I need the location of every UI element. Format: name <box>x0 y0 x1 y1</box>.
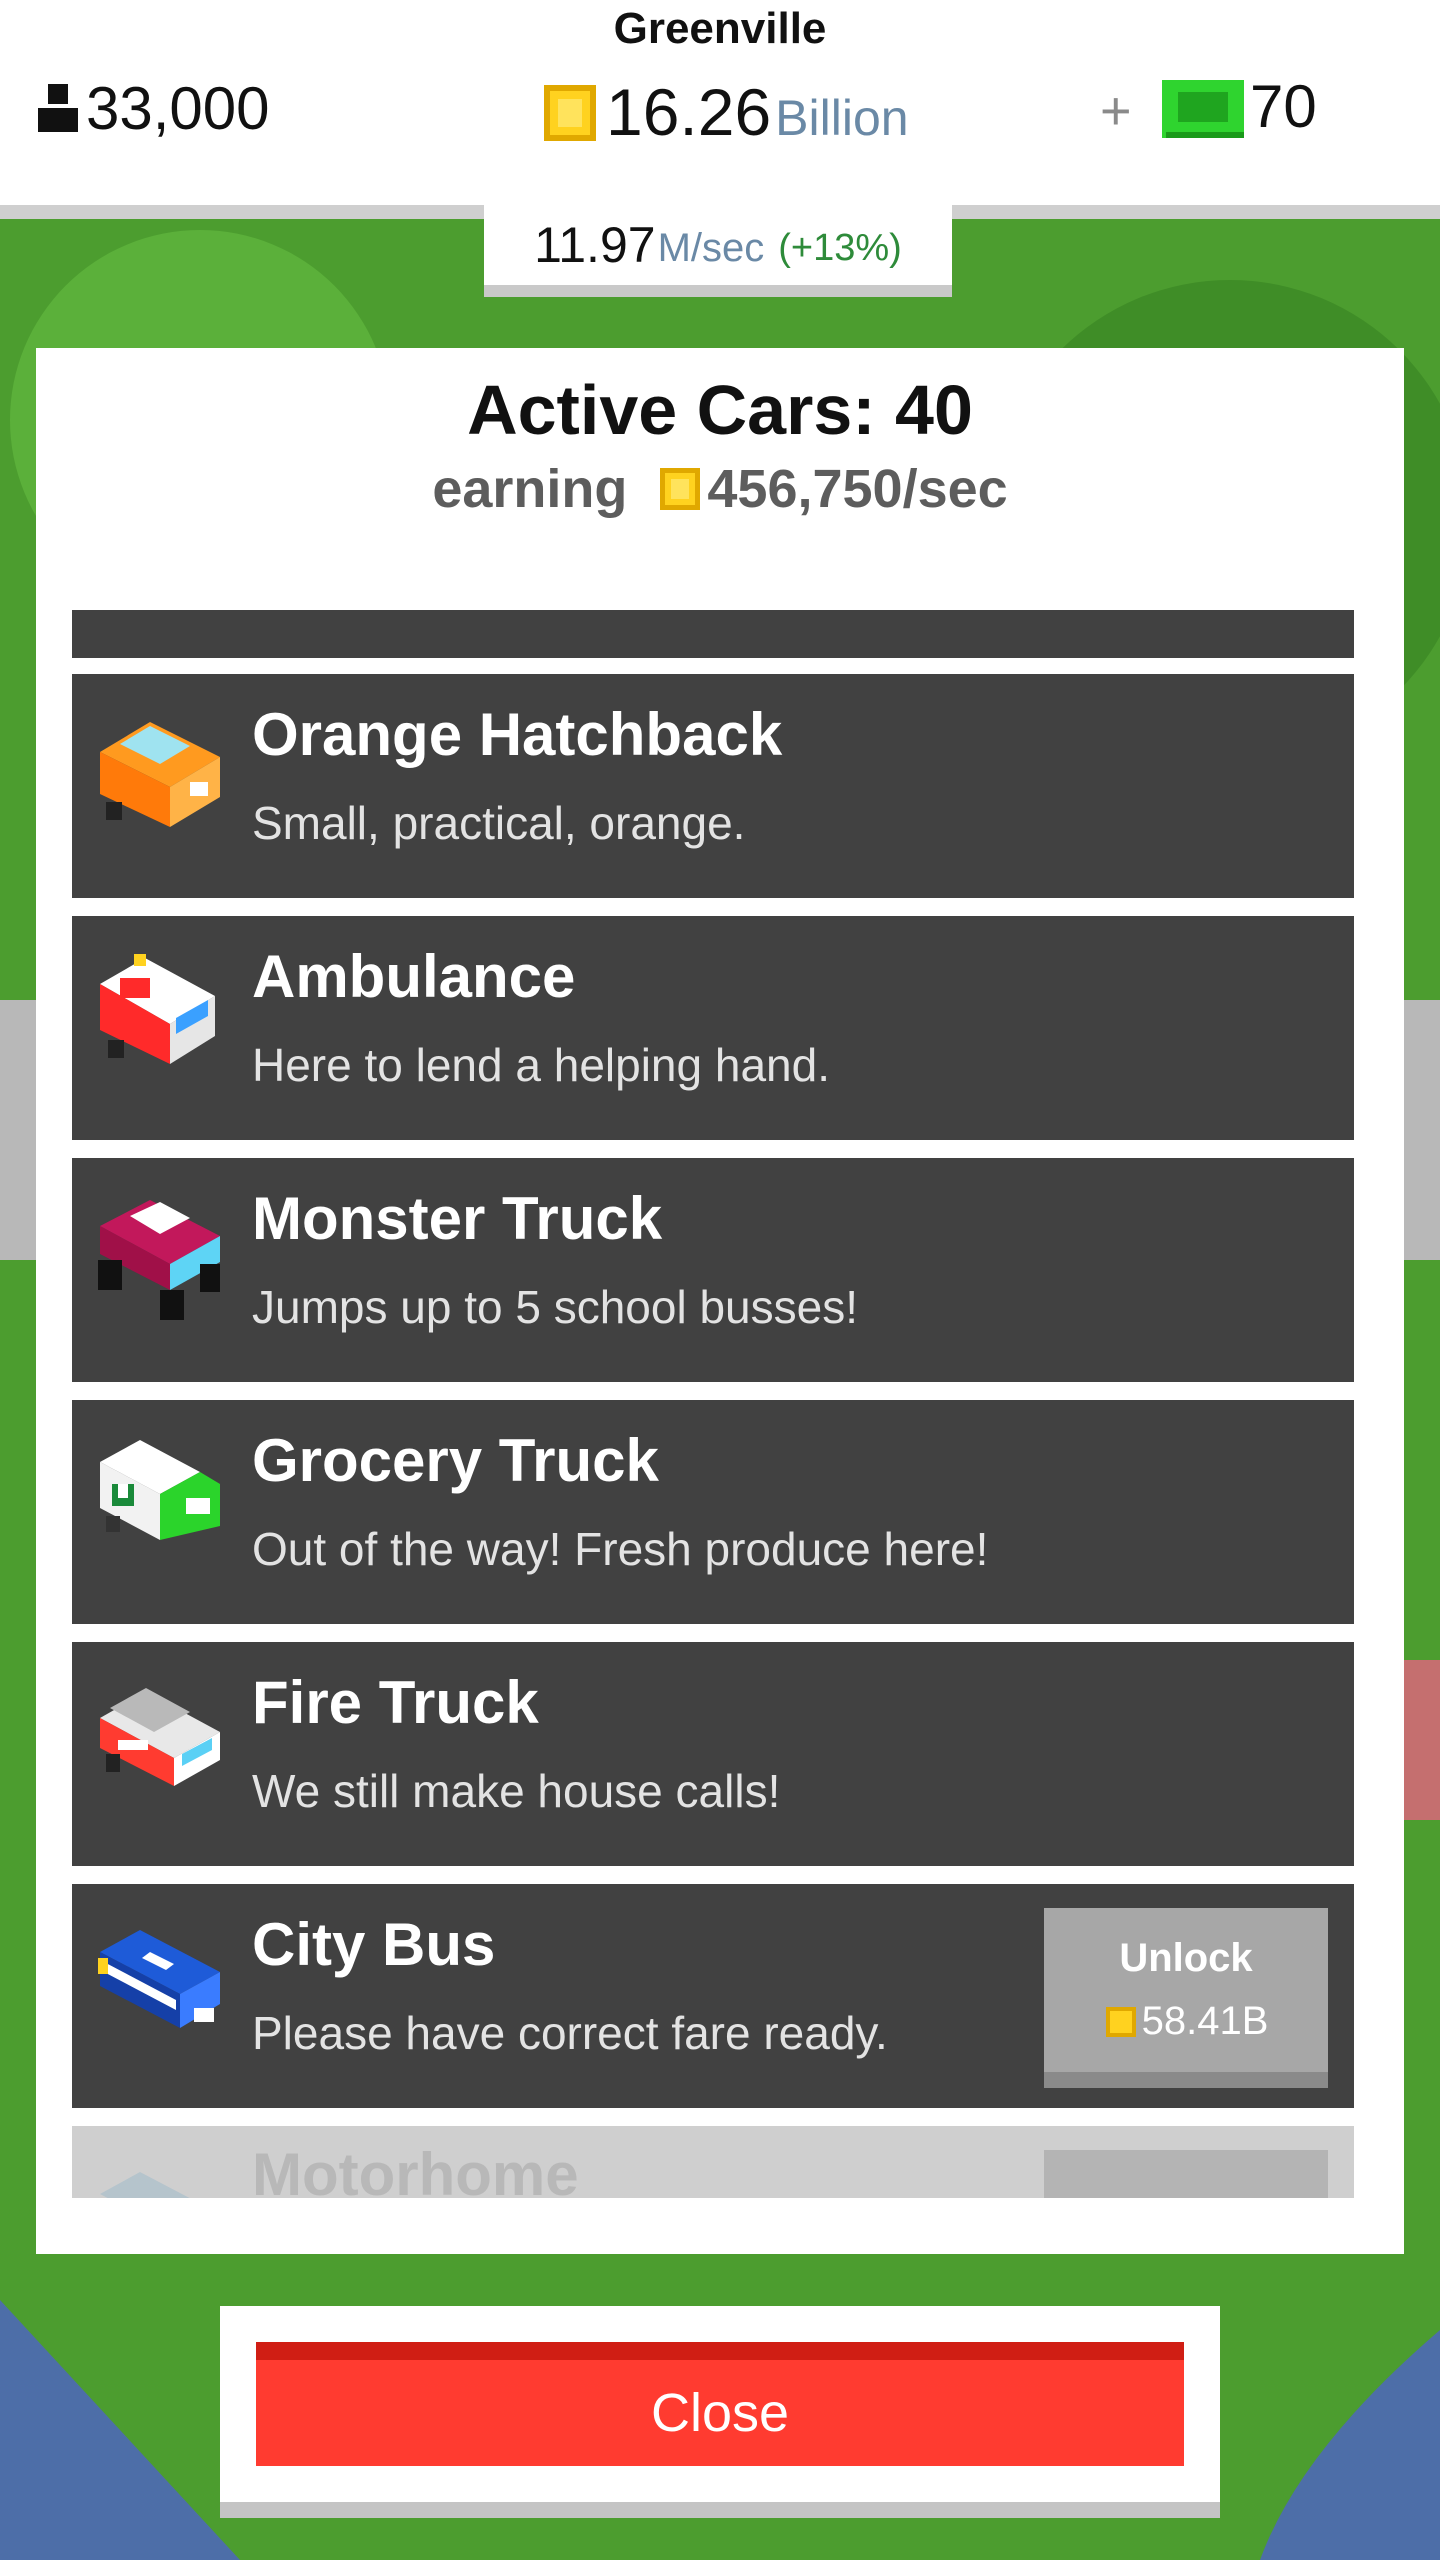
car-name: Fire Truck <box>252 1669 539 1736</box>
list-item[interactable]: City Bus Please have correct fare ready.… <box>72 1884 1354 2108</box>
income-rate-bonus: (+13%) <box>778 226 902 269</box>
coin-icon <box>544 85 596 141</box>
list-item[interactable]: Orange Hatchback Small, practical, orang… <box>72 674 1354 898</box>
buy-cash-plus-button[interactable]: + <box>1100 80 1132 142</box>
grocery-truck-icon <box>100 1440 220 1540</box>
coin-icon <box>1105 2006 1136 2037</box>
population-value: 33,000 <box>86 74 270 142</box>
earning-value: 456,750/sec <box>707 459 1008 519</box>
unlock-label: Unlock <box>1119 1936 1253 1980</box>
income-rate-value: 11.97 <box>534 217 656 273</box>
fire-truck-icon <box>100 1688 220 1786</box>
close-button-container: Close <box>220 2306 1220 2518</box>
motorhome-icon <box>100 2172 190 2198</box>
car-list[interactable]: Orange Hatchback Small, practical, orang… <box>72 610 1354 2198</box>
car-name: Grocery Truck <box>252 1427 659 1494</box>
list-item-partial[interactable] <box>72 610 1354 658</box>
money-counter: 16.26 Billion <box>540 72 909 152</box>
car-description: Jumps up to 5 school busses! <box>252 1281 858 1333</box>
car-description: Out of the way! Fresh produce here! <box>252 1523 989 1575</box>
money-value: 16.26 <box>606 75 772 149</box>
list-item[interactable]: Ambulance Here to lend a helping hand. <box>72 916 1354 1140</box>
unlock-button[interactable]: Unlock 58.41B <box>1044 1908 1328 2088</box>
cash-icon[interactable] <box>1162 80 1244 138</box>
unlock-cost: 58.41B <box>1044 1999 1328 2044</box>
city-bus-icon <box>98 1930 220 2028</box>
top-status-bar: Greenville 33,000 16.26 Billion + 70 <box>0 0 1440 219</box>
earning-label: earning <box>432 459 628 519</box>
panel-title: Active Cars: 40 <box>467 371 973 449</box>
car-description: Please have correct fare ready. <box>252 2007 888 2059</box>
car-name: Ambulance <box>252 943 576 1010</box>
income-rate-unit: M/sec <box>657 225 765 270</box>
car-name: City Bus <box>252 1911 496 1978</box>
close-button[interactable]: Close <box>256 2342 1184 2466</box>
car-description: Small, practical, orange. <box>252 797 746 849</box>
person-icon <box>38 84 78 132</box>
list-item[interactable]: Monster Truck Jumps up to 5 school busse… <box>72 1158 1354 1382</box>
monster-truck-icon <box>98 1200 220 1320</box>
car-name: Motorhome <box>252 2141 579 2198</box>
cash-value: 70 <box>1250 73 1317 140</box>
car-description: We still make house calls! <box>252 1765 781 1817</box>
city-name: Greenville <box>613 4 827 53</box>
unlock-cost-value: 58.41B <box>1141 1999 1269 2043</box>
list-item[interactable]: Grocery Truck Out of the way! Fresh prod… <box>72 1400 1354 1624</box>
active-cars-panel: Active Cars: 40 earning 456,750/sec Oran… <box>36 348 1404 2254</box>
car-description: Here to lend a helping hand. <box>252 1039 830 1091</box>
money-unit: Billion <box>775 90 909 146</box>
orange-hatchback-icon <box>100 722 220 827</box>
car-name: Orange Hatchback <box>252 701 783 768</box>
population-counter: 33,000 <box>36 72 270 144</box>
income-rate-tab: 11.97 M/sec (+13%) <box>484 205 952 297</box>
coin-icon <box>660 468 701 510</box>
unlock-button-locked <box>1044 2150 1328 2198</box>
car-name: Monster Truck <box>252 1185 663 1252</box>
ambulance-icon <box>100 954 215 1064</box>
list-item[interactable]: Fire Truck We still make house calls! <box>72 1642 1354 1866</box>
list-item-locked[interactable]: Motorhome <box>72 2126 1354 2198</box>
earning-summary: earning 456,750/sec <box>36 458 1404 520</box>
